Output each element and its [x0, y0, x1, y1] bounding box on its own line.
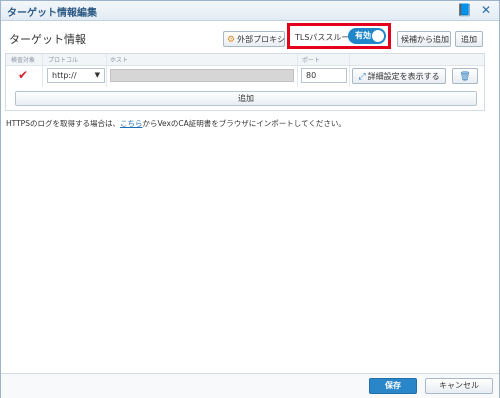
- target-table: 検査対象 プロトコル ホスト ポート ✔ http:// ▼ 80 ⤢ 詳細設定を…: [5, 53, 485, 111]
- protocol-value: http://: [52, 71, 77, 80]
- close-icon[interactable]: ✕: [479, 3, 493, 17]
- protocol-select[interactable]: http:// ▼: [47, 68, 105, 83]
- column-divider: [106, 54, 107, 87]
- tls-passthrough-toggle[interactable]: 有効: [348, 28, 386, 44]
- show-details-button[interactable]: ⤢ 詳細設定を表示する: [352, 68, 446, 84]
- tls-passthrough-highlight: TLSパススルー 有効: [287, 23, 391, 49]
- table-header: 検査対象 プロトコル ホスト ポート: [6, 54, 484, 66]
- column-header-target: 検査対象: [11, 57, 36, 64]
- info-text-after: からVexのCA証明書をブラウザにインポートしてください。: [142, 119, 346, 128]
- ca-cert-link[interactable]: こちら: [120, 119, 143, 128]
- section-title: ターゲット情報: [9, 33, 86, 46]
- external-proxy-label: 外部プロキシ: [237, 35, 286, 44]
- host-input[interactable]: [110, 69, 294, 82]
- add-row-button[interactable]: 追加: [15, 91, 477, 106]
- info-text-before: HTTPSのログを取得する場合は、: [6, 119, 120, 128]
- dropdown-arrow-icon: ▼: [94, 71, 100, 79]
- column-divider: [42, 54, 43, 87]
- add-button[interactable]: 追加: [455, 31, 483, 47]
- dialog-footer: 保存 キャンセル: [1, 373, 499, 398]
- tls-passthrough-label: TLSパススルー: [295, 33, 350, 42]
- book-icon[interactable]: 📘: [457, 3, 472, 17]
- dialog-title: ターゲット情報編集: [7, 8, 97, 19]
- toggle-state-label: 有効: [355, 31, 371, 40]
- toggle-knob: [372, 30, 384, 42]
- cancel-button[interactable]: キャンセル: [425, 378, 493, 394]
- https-info-text: HTTPSのログを取得する場合は、こちらからVexのCA証明書をブラウザにインポ…: [6, 118, 346, 129]
- add-from-candidates-button[interactable]: 候補から追加: [397, 31, 451, 47]
- trash-icon: 🗑: [459, 72, 471, 82]
- column-header-host: ホスト: [110, 57, 129, 64]
- save-button[interactable]: 保存: [369, 378, 417, 394]
- title-bar: ターゲット情報編集 📘 ✕: [1, 1, 499, 21]
- gear-icon: ⚙: [227, 35, 236, 45]
- port-input[interactable]: 80: [301, 68, 347, 83]
- external-proxy-button[interactable]: ⚙ 外部プロキシ: [223, 31, 285, 47]
- column-divider: [297, 54, 298, 87]
- column-header-port: ポート: [302, 57, 321, 64]
- column-divider: [349, 54, 350, 87]
- expand-icon: ⤢: [358, 72, 366, 82]
- target-checkbox[interactable]: ✔: [18, 68, 28, 82]
- delete-row-button[interactable]: 🗑: [452, 68, 478, 84]
- show-details-label: 詳細設定を表示する: [367, 72, 440, 81]
- column-header-protocol: プロトコル: [48, 57, 79, 64]
- target-edit-dialog: ターゲット情報編集 📘 ✕ ターゲット情報 ⚙ 外部プロキシ TLSパススルー 有…: [0, 0, 500, 398]
